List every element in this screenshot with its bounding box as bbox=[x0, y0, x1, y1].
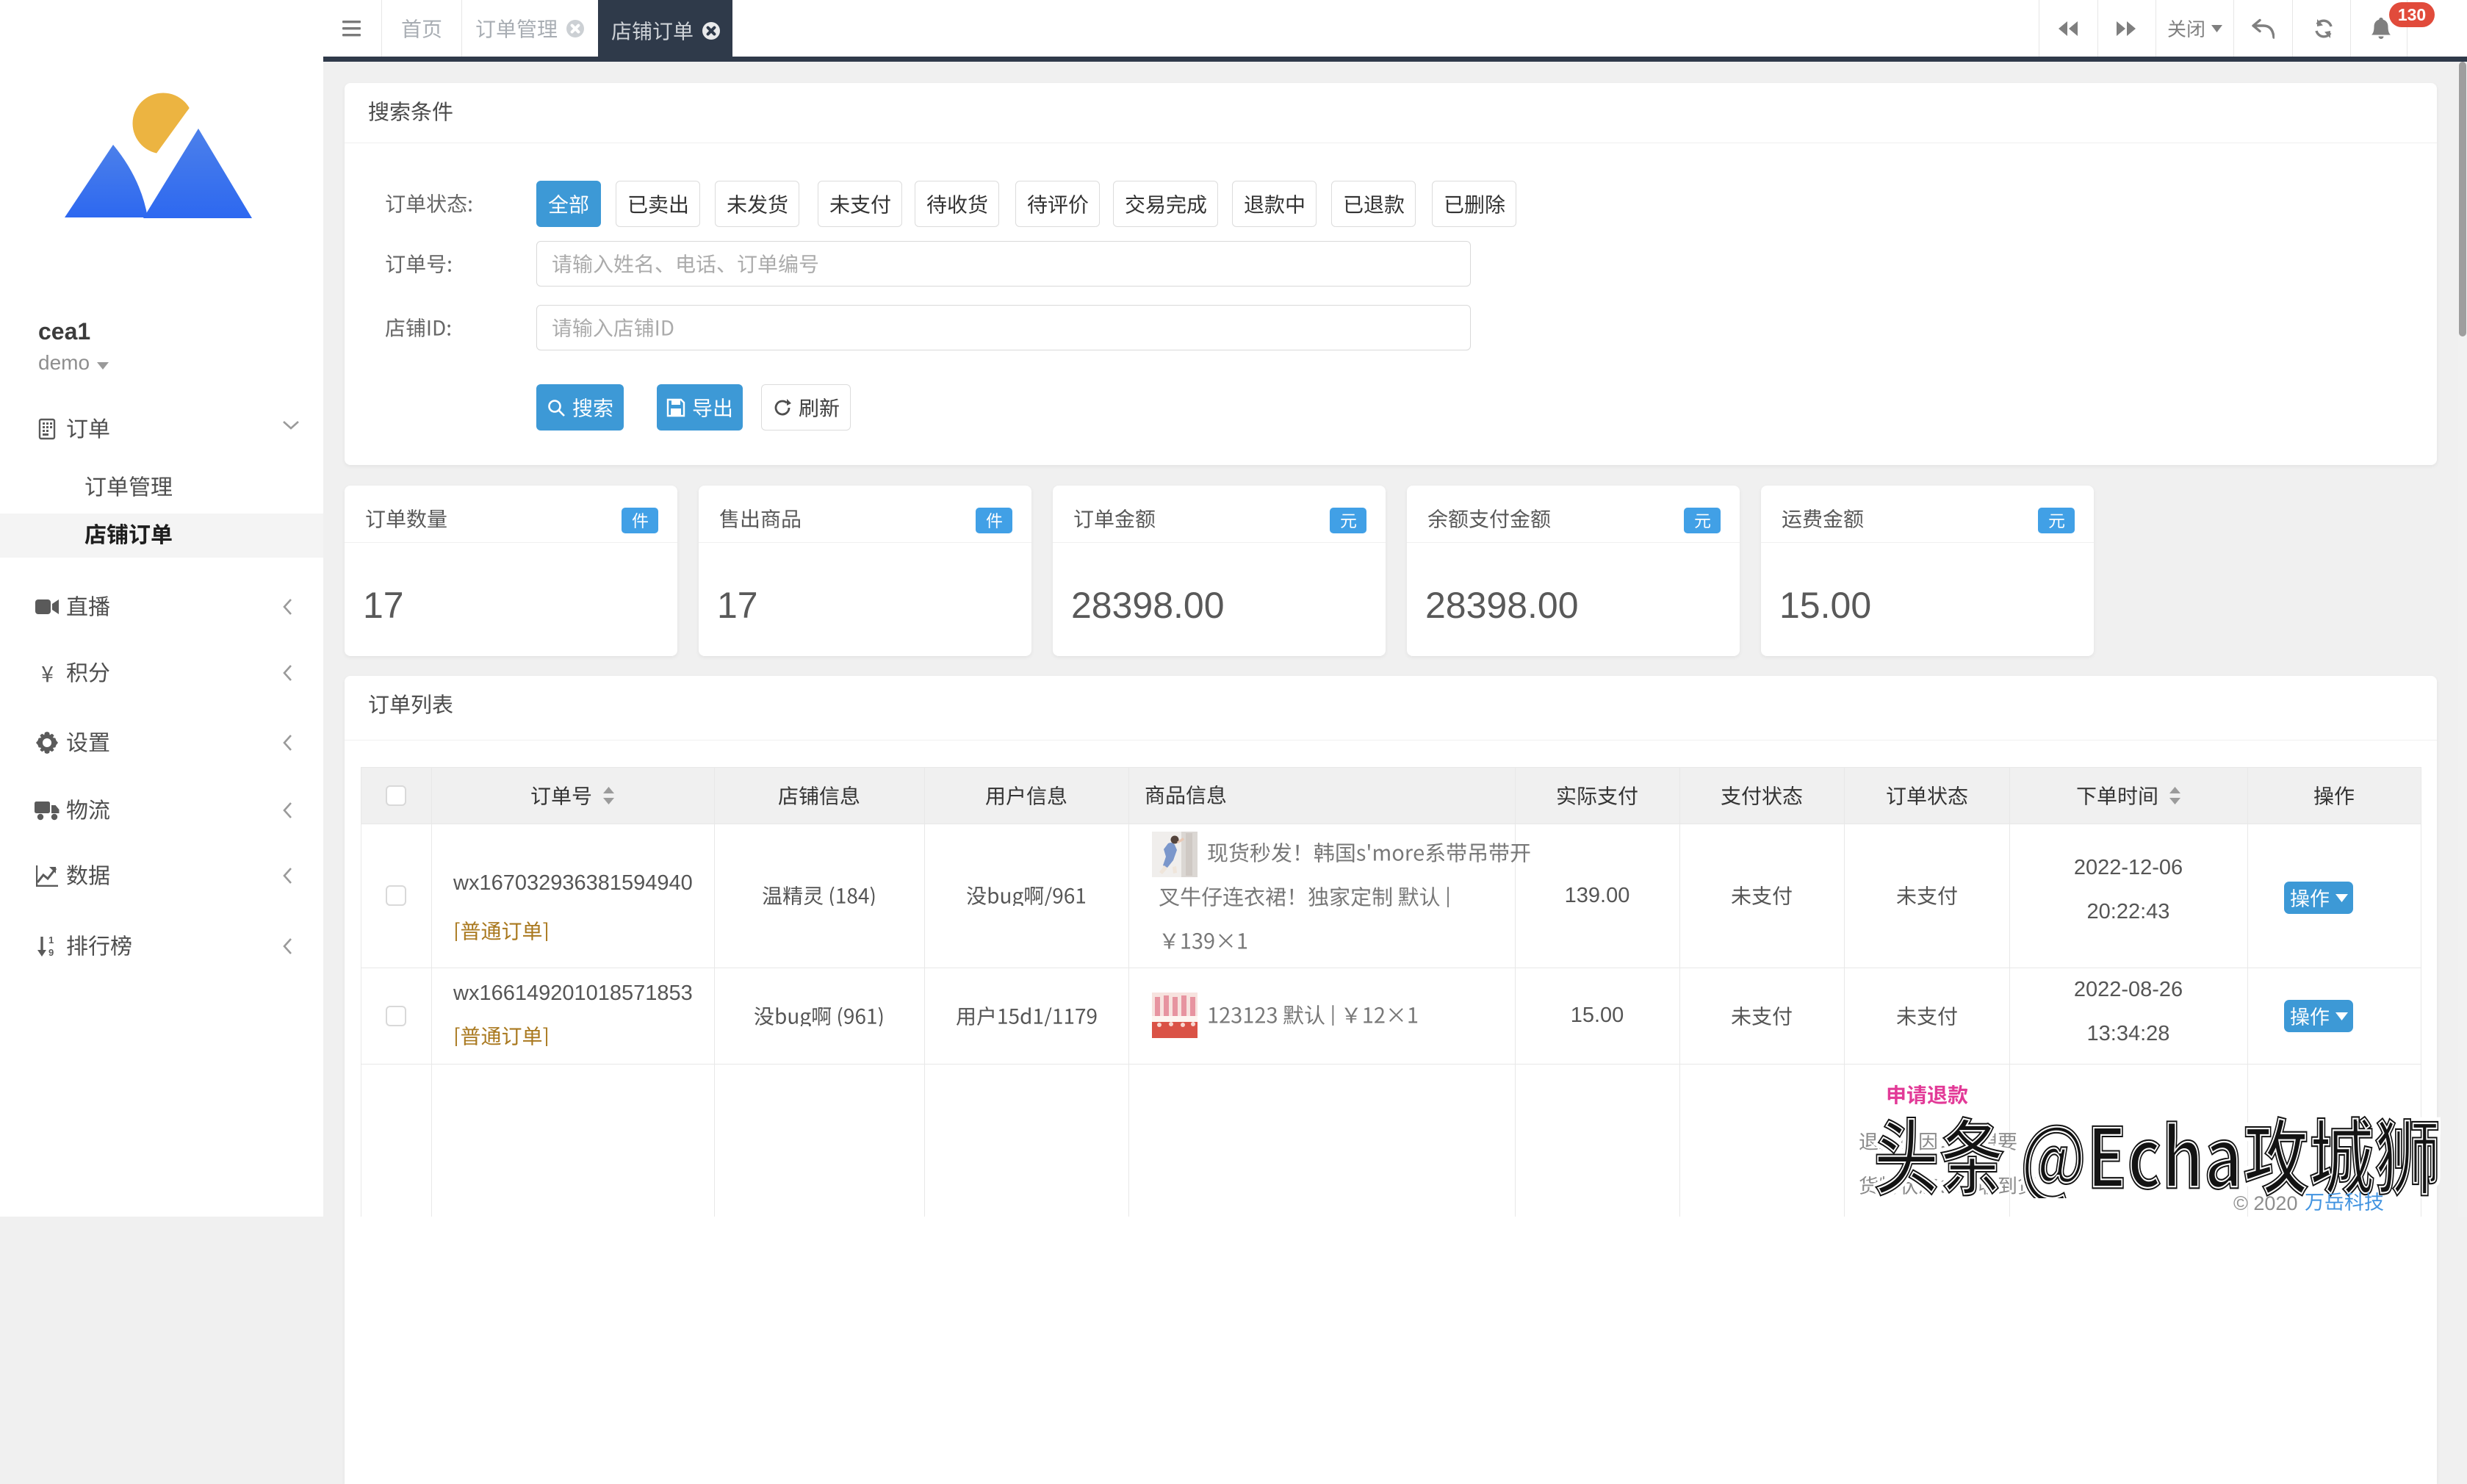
svg-text:1: 1 bbox=[48, 935, 54, 945]
svg-text:9: 9 bbox=[48, 947, 54, 957]
